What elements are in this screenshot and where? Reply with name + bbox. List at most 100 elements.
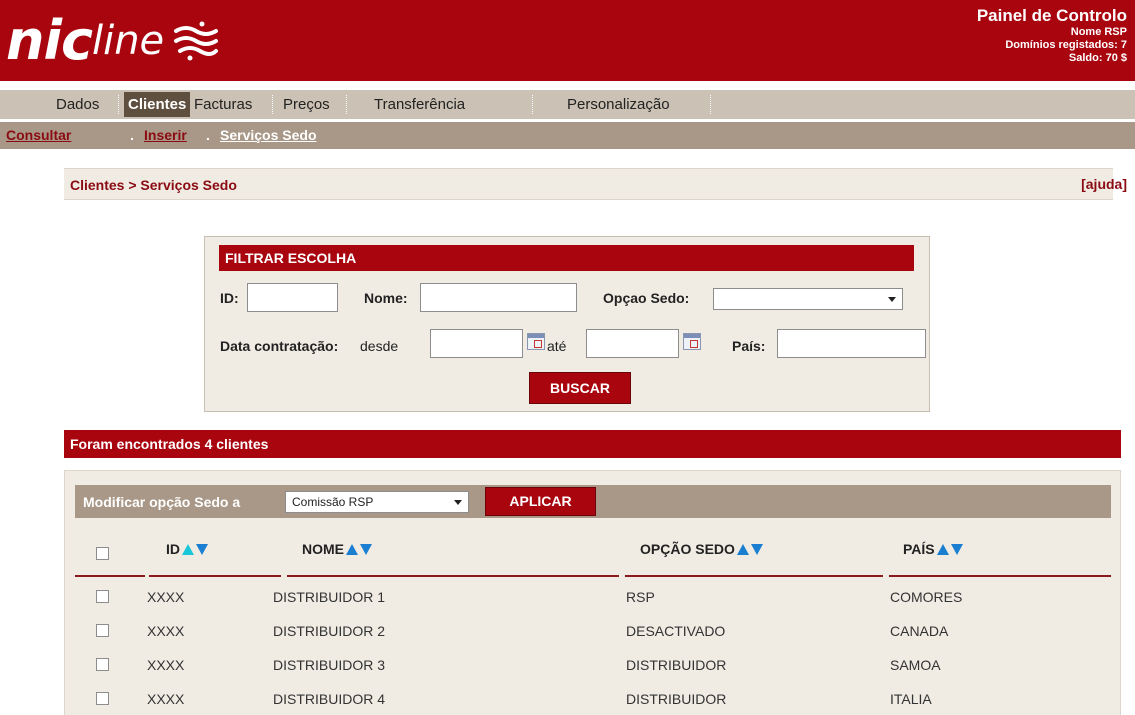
row-checkbox[interactable] bbox=[96, 624, 109, 637]
sort-descending-icon[interactable] bbox=[950, 543, 963, 555]
header-underline bbox=[75, 575, 145, 577]
subnav-separator: . bbox=[206, 127, 210, 143]
header-underline bbox=[889, 575, 1111, 577]
cell-country: ITALIA bbox=[890, 691, 932, 707]
nav-item-personalizacao[interactable]: Personalização bbox=[563, 92, 674, 117]
main-nav: Dados Clientes Facturas Preços Transferê… bbox=[0, 90, 1135, 119]
sedo-option-select[interactable] bbox=[713, 288, 903, 310]
sort-descending-icon[interactable] bbox=[360, 543, 372, 555]
sort-ascending-icon[interactable] bbox=[346, 543, 358, 555]
modify-sedo-selected: Comissão RSP bbox=[292, 495, 374, 509]
chevron-down-icon bbox=[888, 297, 896, 302]
calendar-icon[interactable] bbox=[683, 333, 701, 350]
nav-separator bbox=[532, 95, 533, 114]
modify-sedo-bar: Modificar opção Sedo a Comissão RSP APLI… bbox=[75, 485, 1111, 518]
calendar-icon[interactable] bbox=[527, 333, 545, 350]
logo-text-nic: nic bbox=[6, 9, 93, 72]
nav-item-transferencia[interactable]: Transferência bbox=[370, 92, 469, 117]
sub-nav: Consultar . Inserir . Serviços Sedo bbox=[0, 122, 1135, 149]
nav-separator bbox=[118, 95, 119, 114]
header-underline bbox=[287, 575, 619, 577]
cell-id: XXXX bbox=[147, 589, 185, 605]
cell-country: SAMOA bbox=[890, 657, 941, 673]
column-header-label: NOME bbox=[302, 541, 344, 557]
modify-sedo-label: Modificar opção Sedo a bbox=[83, 494, 241, 510]
column-header-country: PAÍS bbox=[903, 541, 963, 557]
filter-panel: FILTRAR ESCOLHA ID: Nome: Opçao Sedo: Da… bbox=[204, 236, 930, 412]
cell-name: DISTRIBUIDOR 2 bbox=[273, 623, 386, 639]
cell-sedo-option: DESACTIVADO bbox=[626, 623, 726, 639]
cell-id: XXXX bbox=[147, 623, 185, 639]
sort-ascending-icon[interactable] bbox=[936, 543, 949, 555]
apply-button[interactable]: APLICAR bbox=[485, 487, 596, 516]
account-summary: Painel de Controlo Nome RSP Domínios reg… bbox=[977, 6, 1127, 65]
nicline-logo[interactable]: nic line bbox=[6, 6, 220, 76]
cell-name: DISTRIBUIDOR 1 bbox=[273, 589, 386, 605]
domains-count: Domínios registados: 7 bbox=[1005, 39, 1127, 51]
sort-ascending-icon[interactable] bbox=[736, 543, 749, 555]
header: nic line Painel de Controlo Nome RSP Dom… bbox=[0, 0, 1135, 81]
help-link[interactable]: [ajuda] bbox=[1081, 176, 1127, 192]
date-from-input[interactable] bbox=[430, 329, 523, 358]
cell-id: XXXX bbox=[147, 691, 185, 707]
sort-descending-icon[interactable] bbox=[196, 543, 208, 555]
header-underline bbox=[625, 575, 883, 577]
logo-text-line: line bbox=[91, 18, 165, 64]
column-header-label: OPÇÃO SEDO bbox=[640, 541, 735, 557]
cell-name: DISTRIBUIDOR 3 bbox=[273, 657, 386, 673]
column-header-label: PAÍS bbox=[903, 541, 935, 557]
nav-separator bbox=[346, 95, 347, 114]
nav-item-precos[interactable]: Preços bbox=[279, 92, 334, 117]
logo-waves-icon bbox=[174, 21, 219, 61]
name-input[interactable] bbox=[420, 283, 577, 312]
chevron-down-icon bbox=[454, 500, 462, 505]
cell-sedo-option: RSP bbox=[626, 589, 655, 605]
subnav-item-servicos-sedo[interactable]: Serviços Sedo bbox=[220, 127, 317, 143]
subnav-item-inserir[interactable]: Inserir bbox=[144, 127, 187, 143]
column-header-sedo-option: OPÇÃO SEDO bbox=[640, 541, 763, 557]
nav-item-clientes[interactable]: Clientes bbox=[124, 92, 191, 117]
sedo-option-label: Opçao Sedo: bbox=[603, 290, 690, 306]
country-label: País: bbox=[732, 338, 766, 354]
nav-separator bbox=[710, 95, 711, 114]
country-input[interactable] bbox=[777, 329, 926, 358]
subnav-separator: . bbox=[130, 127, 134, 143]
name-label: Nome: bbox=[364, 290, 408, 306]
cell-country: COMORES bbox=[890, 589, 963, 605]
breadcrumb: Clientes > Serviços Sedo bbox=[70, 177, 237, 193]
balance: Saldo: 70 $ bbox=[1068, 52, 1127, 64]
column-header-label: ID bbox=[166, 541, 180, 557]
sort-ascending-icon[interactable] bbox=[182, 543, 194, 555]
search-button[interactable]: BUSCAR bbox=[529, 372, 631, 404]
nav-item-dados[interactable]: Dados bbox=[52, 92, 103, 117]
id-label: ID: bbox=[220, 290, 239, 306]
row-checkbox[interactable] bbox=[96, 590, 109, 603]
row-checkbox[interactable] bbox=[96, 692, 109, 705]
filter-title: FILTRAR ESCOLHA bbox=[219, 245, 914, 271]
id-input[interactable] bbox=[247, 283, 338, 312]
column-header-id: ID bbox=[166, 541, 208, 557]
nav-item-facturas[interactable]: Facturas bbox=[190, 92, 256, 117]
cell-name: DISTRIBUIDOR 4 bbox=[273, 691, 386, 707]
subnav-item-consultar[interactable]: Consultar bbox=[6, 127, 71, 143]
sort-descending-icon[interactable] bbox=[750, 543, 763, 555]
results-panel: Modificar opção Sedo a Comissão RSP APLI… bbox=[64, 470, 1121, 715]
cell-country: CANADA bbox=[890, 623, 949, 639]
select-all-checkbox[interactable] bbox=[96, 547, 109, 560]
header-underline bbox=[149, 575, 281, 577]
modify-sedo-select[interactable]: Comissão RSP bbox=[285, 491, 469, 513]
cell-sedo-option: DISTRIBUIDOR bbox=[626, 657, 727, 673]
control-panel-title: Painel de Controlo bbox=[976, 6, 1127, 25]
date-to-input[interactable] bbox=[586, 329, 679, 358]
date-label: Data contratação: bbox=[220, 338, 339, 354]
date-to-label: até bbox=[547, 338, 567, 354]
user-name: Nome RSP bbox=[1070, 26, 1127, 38]
cell-id: XXXX bbox=[147, 657, 185, 673]
nav-separator bbox=[272, 95, 273, 114]
row-checkbox[interactable] bbox=[96, 658, 109, 671]
column-header-name: NOME bbox=[302, 541, 372, 557]
date-from-label: desde bbox=[360, 338, 399, 354]
cell-sedo-option: DISTRIBUIDOR bbox=[626, 691, 727, 707]
breadcrumb-bar: Clientes > Serviços Sedo bbox=[64, 168, 1113, 200]
results-count: Foram encontrados 4 clientes bbox=[64, 430, 1121, 458]
